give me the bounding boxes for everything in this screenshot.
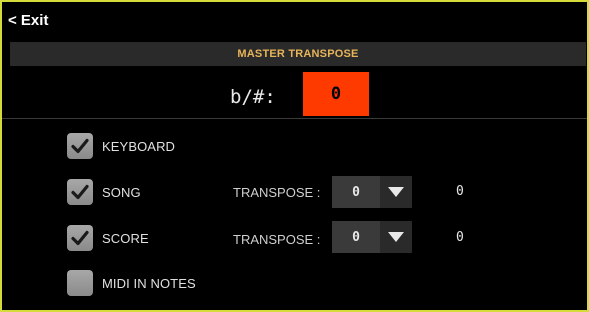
divider bbox=[2, 118, 587, 119]
score-checkbox-row[interactable]: SCORE bbox=[67, 225, 149, 251]
score-label: SCORE bbox=[102, 230, 149, 246]
check-icon bbox=[71, 184, 89, 200]
master-transpose-value-box[interactable]: 0 bbox=[303, 72, 369, 116]
triangle-down-icon bbox=[388, 232, 404, 242]
score-checkbox[interactable] bbox=[67, 225, 93, 251]
keyboard-label: KEYBOARD bbox=[102, 138, 176, 154]
song-checkbox-row[interactable]: SONG bbox=[67, 179, 141, 205]
song-dropdown-arrow[interactable] bbox=[380, 176, 412, 208]
song-transpose-value: 0 bbox=[352, 184, 360, 200]
check-icon bbox=[71, 138, 89, 154]
song-label: SONG bbox=[102, 184, 141, 200]
song-transpose-dropdown[interactable]: 0 bbox=[332, 176, 412, 208]
master-transpose-label: b/#: bbox=[230, 86, 276, 108]
master-transpose-value: 0 bbox=[330, 84, 342, 104]
keyboard-checkbox-row[interactable]: KEYBOARD bbox=[67, 133, 175, 159]
song-transpose-readout: 0 bbox=[456, 184, 464, 199]
keyboard-checkbox[interactable] bbox=[67, 133, 93, 159]
song-transpose-label: TRANSPOSE : bbox=[233, 185, 321, 200]
master-transpose-panel: < Exit MASTER TRANSPOSE b/#: 0 KEYBOARD … bbox=[0, 0, 589, 312]
score-transpose-value: 0 bbox=[352, 229, 360, 245]
midi-in-notes-label: MIDI IN NOTES bbox=[102, 275, 196, 291]
score-dropdown-arrow[interactable] bbox=[380, 221, 412, 253]
score-transpose-dropdown[interactable]: 0 bbox=[332, 221, 412, 253]
midi-in-notes-checkbox[interactable] bbox=[67, 270, 93, 296]
check-icon bbox=[71, 230, 89, 246]
exit-button[interactable]: < Exit bbox=[8, 12, 48, 30]
midi-in-notes-checkbox-row[interactable]: MIDI IN NOTES bbox=[67, 270, 196, 296]
triangle-down-icon bbox=[388, 187, 404, 197]
section-title: MASTER TRANSPOSE bbox=[237, 48, 359, 60]
score-transpose-readout: 0 bbox=[456, 230, 464, 245]
song-checkbox[interactable] bbox=[67, 179, 93, 205]
score-transpose-label: TRANSPOSE : bbox=[233, 232, 321, 247]
section-header: MASTER TRANSPOSE bbox=[10, 42, 586, 66]
